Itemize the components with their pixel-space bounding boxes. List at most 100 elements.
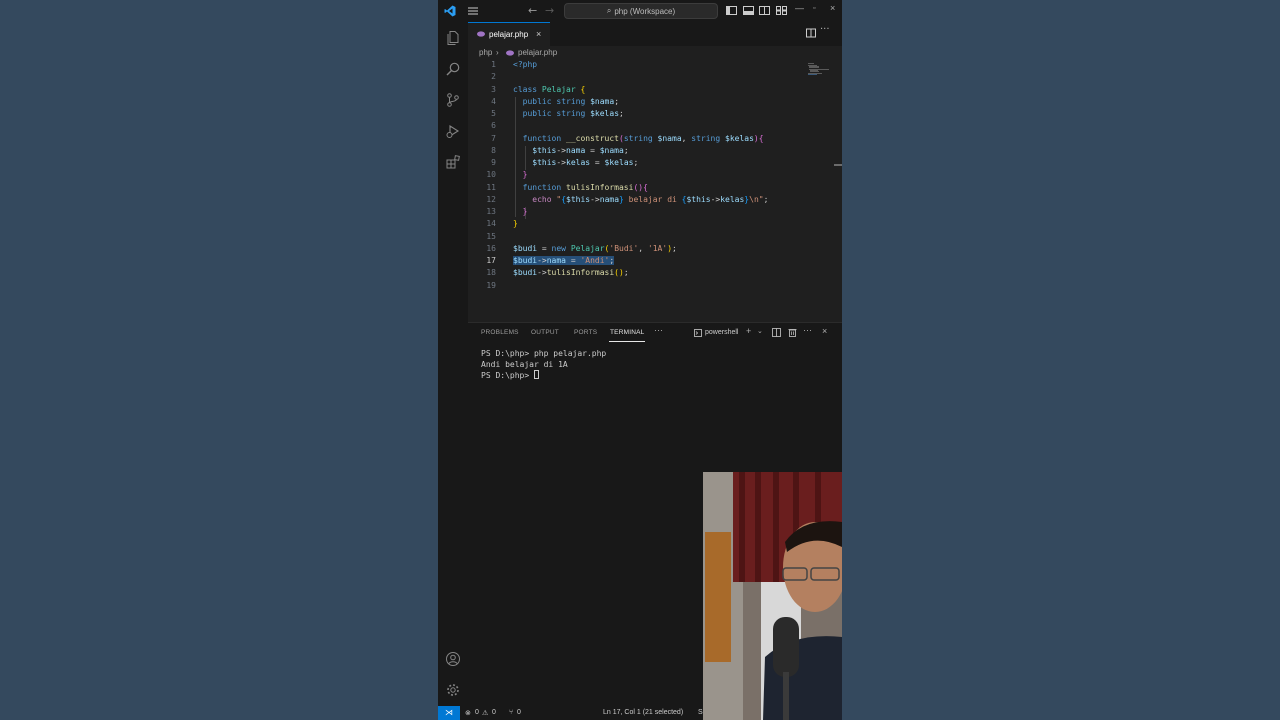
command-center-label: php (Workspace) [614, 6, 676, 16]
toggle-panel-icon[interactable] [743, 5, 754, 16]
toggle-primary-sidebar-icon[interactable] [726, 5, 737, 16]
breadcrumb-file[interactable]: pelajar.php [518, 48, 557, 57]
settings-gear-icon[interactable] [445, 682, 461, 698]
code-text: $this->kelas = $kelas; [532, 158, 639, 167]
active-tab-indicator [609, 341, 645, 342]
code-line: 13 } [468, 207, 842, 219]
line-number: 7 [491, 133, 496, 143]
code-editor[interactable]: 1 <?php 2 3 class Pelajar { 4 public strin… [468, 60, 842, 322]
line-number: 11 [486, 182, 496, 192]
line-number: 19 [486, 280, 496, 290]
code-text: } [522, 170, 528, 180]
code-line: 8 $this->nama = $nama; [468, 146, 842, 158]
more-panel-views-icon[interactable]: ··· [654, 325, 663, 335]
restore-icon[interactable]: ▫ [813, 5, 815, 12]
terminal-line: Andi belajar di 1A [481, 359, 568, 369]
vscode-logo-icon [444, 5, 456, 17]
explorer-icon[interactable] [445, 30, 461, 46]
code-line: 2 [468, 72, 842, 84]
tab-ports[interactable]: PORTS [574, 329, 597, 336]
line-number: 6 [491, 121, 496, 131]
code-text: function tulisInformasi(){ [522, 182, 648, 192]
new-terminal-icon[interactable]: + [746, 326, 751, 336]
line-number: 8 [491, 145, 496, 155]
activity-bar [438, 22, 468, 706]
code-text: } [513, 219, 518, 229]
code-line: 4 public string $nama; [468, 97, 842, 109]
more-actions-icon[interactable]: ··· [803, 325, 812, 335]
tab-terminal[interactable]: TERMINAL [610, 329, 644, 336]
close-panel-icon[interactable]: × [822, 326, 827, 336]
line-number: 9 [491, 158, 496, 167]
line-number: 18 [486, 268, 496, 278]
ports-icon[interactable]: ⑂ [509, 709, 513, 716]
cursor-position[interactable]: Ln 17, Col 1 (21 selected) [603, 709, 683, 716]
terminal-prompt: PS D:\php> [481, 371, 534, 380]
line-number: 10 [486, 170, 496, 180]
command-center[interactable]: ⌕ php (Workspace) [564, 3, 718, 19]
code-line: 16 $budi = new Pelajar('Budi', '1A'); [468, 244, 842, 256]
breadcrumb-separator-icon: › [496, 48, 499, 57]
line-number: 17 [486, 256, 496, 265]
remote-indicator-icon[interactable]: ⋊ [438, 706, 460, 720]
code-text: echo "{$this->nama} belajar di {$this->k… [532, 194, 769, 204]
line-number: 14 [486, 219, 496, 229]
line-number: 1 [491, 60, 496, 69]
status-item-truncated[interactable]: S [698, 709, 703, 716]
line-number: 15 [486, 231, 496, 241]
code-text: $budi->tulisInformasi(); [513, 268, 629, 278]
chevron-down-icon[interactable]: ⌄ [757, 327, 763, 335]
terminal-cursor [533, 370, 539, 379]
line-number: 2 [491, 72, 496, 82]
code-text: public string $nama; [522, 96, 620, 106]
forward-arrow-icon[interactable]: → [545, 4, 554, 17]
error-icon[interactable]: ⊗ [465, 709, 471, 717]
php-file-icon [506, 50, 514, 56]
background-right [842, 0, 1280, 720]
search-icon[interactable] [445, 61, 461, 77]
split-editor-icon[interactable] [806, 28, 816, 38]
source-control-icon[interactable] [445, 92, 461, 108]
terminal-icon [694, 329, 702, 337]
tab-pelajar-php[interactable]: pelajar.php × [468, 22, 550, 46]
tab-label: pelajar.php [489, 30, 529, 39]
ports-count[interactable]: 0 [517, 709, 521, 716]
line-number: 16 [486, 243, 496, 253]
code-line: 11 function tulisInformasi(){ [468, 183, 842, 195]
line-number: 12 [486, 194, 496, 204]
line-number: 4 [491, 96, 496, 106]
warning-count[interactable]: 0 [492, 709, 496, 716]
code-line: 15 [468, 232, 842, 244]
code-text: <?php [513, 60, 538, 69]
split-terminal-icon[interactable] [772, 328, 781, 337]
accounts-icon[interactable] [445, 651, 461, 667]
line-number: 13 [486, 207, 496, 216]
terminal-shell-name[interactable]: powershell [705, 329, 738, 336]
close-tab-icon[interactable]: × [536, 29, 541, 39]
run-debug-icon[interactable] [445, 123, 461, 139]
code-text: $this->nama = $nama; [532, 145, 629, 155]
more-actions-icon[interactable]: ··· [820, 24, 830, 35]
code-line: 6 [468, 121, 842, 133]
back-arrow-icon[interactable]: ← [528, 4, 537, 17]
line-number: 3 [491, 84, 496, 94]
extensions-icon[interactable] [445, 154, 461, 170]
terminal-prompt-line[interactable]: PS D:\php> [481, 370, 539, 380]
code-line: 18 $budi->tulisInformasi(); [468, 268, 842, 280]
minimize-icon[interactable]: — [795, 3, 804, 13]
warning-icon[interactable]: ⚠ [482, 709, 488, 717]
code-line: 14} [468, 219, 842, 231]
menu-icon[interactable] [468, 6, 478, 16]
close-window-icon[interactable]: × [830, 3, 835, 13]
toggle-secondary-sidebar-icon[interactable] [759, 5, 770, 16]
breadcrumb-folder[interactable]: php [479, 48, 492, 57]
customize-layout-icon[interactable] [776, 5, 787, 16]
error-count[interactable]: 0 [475, 709, 479, 716]
tab-problems[interactable]: PROBLEMS [481, 329, 519, 336]
code-text: } [522, 207, 528, 216]
trash-icon[interactable] [788, 328, 797, 337]
code-line: 12 echo "{$this->nama} belajar di {$this… [468, 195, 842, 207]
tab-output[interactable]: OUTPUT [531, 329, 559, 336]
editor-tab-bar: pelajar.php × ··· [468, 22, 842, 46]
php-file-icon [477, 31, 485, 37]
